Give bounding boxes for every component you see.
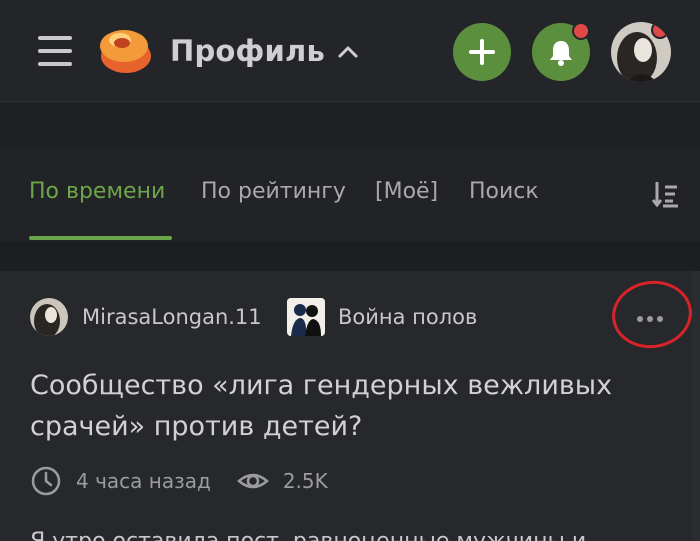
- post-title[interactable]: Сообщество «лига гендерных вежливых срач…: [30, 365, 670, 447]
- user-avatar[interactable]: [611, 22, 671, 82]
- scrollbar[interactable]: [692, 271, 700, 541]
- tab-search[interactable]: Поиск: [469, 179, 539, 204]
- tab-by-rating[interactable]: По рейтингу: [201, 179, 346, 204]
- tab-mine[interactable]: [Моё]: [375, 179, 438, 204]
- page-title: Профиль: [170, 34, 326, 68]
- notification-badge: [572, 22, 590, 40]
- community-icon[interactable]: [287, 298, 325, 336]
- post-meta: 4 часа назад 2.5K: [30, 464, 328, 498]
- create-post-button[interactable]: [453, 23, 511, 81]
- community-name[interactable]: Война полов: [338, 305, 477, 329]
- app-header: Профиль: [0, 0, 700, 102]
- plus-icon: [469, 39, 495, 65]
- author-name[interactable]: MirasaLongan.11: [82, 305, 262, 329]
- post-time: 4 часа назад: [76, 469, 211, 493]
- eye-icon: [236, 473, 269, 489]
- chevron-up-icon: [338, 46, 358, 58]
- feed-tabs: По времени По рейтингу [Моё] Поиск: [0, 149, 700, 241]
- post-views: 2.5K: [282, 469, 328, 493]
- profile-switcher[interactable]: Профиль: [170, 30, 359, 72]
- logo-icon[interactable]: [98, 24, 154, 78]
- more-options-button[interactable]: [618, 301, 682, 335]
- active-tab-indicator: [29, 236, 172, 240]
- menu-icon[interactable]: [38, 34, 74, 68]
- header-spacer: [0, 103, 700, 149]
- notifications-button[interactable]: [532, 22, 590, 81]
- feed-gap: [0, 241, 700, 271]
- tab-by-time[interactable]: По времени: [29, 179, 165, 204]
- author-avatar[interactable]: [30, 298, 68, 336]
- post-card: MirasaLongan.11 Война полов Сообщество «…: [0, 271, 692, 541]
- more-icon: [637, 316, 643, 322]
- sort-icon[interactable]: [651, 179, 679, 209]
- clock-icon: [31, 466, 61, 496]
- post-body-preview[interactable]: Я утро оставила пост, равноценные мужчин…: [30, 529, 700, 541]
